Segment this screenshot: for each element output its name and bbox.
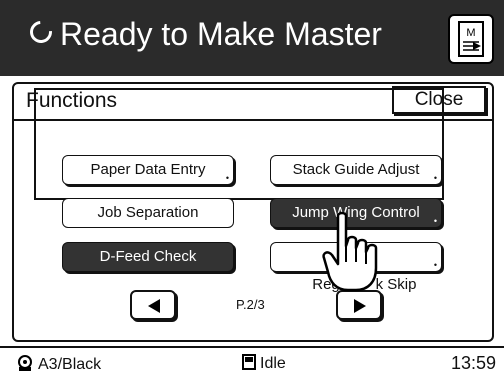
triangle-left-icon: [148, 299, 160, 313]
header-title: Ready to Make Master: [25, 14, 382, 54]
header-bar: Ready to Make Master M: [0, 0, 504, 76]
previous-page-button[interactable]: [130, 290, 176, 320]
svg-text:M: M: [466, 27, 475, 39]
header-title-text: Ready to Make Master: [60, 16, 382, 52]
machine-state: Idle: [242, 354, 286, 373]
stack-guide-adjust-label: Stack Guide Adjust: [292, 161, 420, 178]
master-button[interactable]: M: [448, 14, 494, 64]
submenu-dot-icon: •: [433, 216, 437, 226]
hand-pointer-icon: [322, 211, 378, 292]
master-status-icon: [242, 354, 256, 370]
d-feed-check-button[interactable]: D-Feed Check: [62, 242, 234, 272]
submenu-dot-icon: •: [225, 173, 229, 183]
paper-info: A3/Black: [16, 354, 101, 374]
machine-state-text: Idle: [260, 355, 286, 372]
paper-data-entry-label: Paper Data Entry: [90, 161, 206, 178]
screen: Ready to Make Master M Functions Close P…: [0, 0, 504, 376]
paper-data-entry-button[interactable]: Paper Data Entry •: [62, 155, 234, 185]
master-document-icon: M: [458, 21, 484, 57]
paper-info-text: A3/Black: [38, 356, 102, 373]
job-separation-button[interactable]: Job Separation: [62, 198, 234, 228]
clock: 13:59: [450, 353, 496, 373]
triangle-right-icon: [354, 299, 366, 313]
d-feed-check-label: D-Feed Check: [99, 248, 197, 265]
submenu-dot-icon: •: [433, 260, 437, 270]
status-bar: A3/Black Idle 13:59: [0, 346, 504, 376]
spinner-icon: [25, 16, 57, 48]
next-page-button[interactable]: [336, 290, 382, 320]
paper-feed-icon: [18, 355, 32, 371]
page-indicator: P.2/3: [236, 297, 265, 312]
stack-guide-adjust-button[interactable]: Stack Guide Adjust •: [270, 155, 442, 185]
submenu-dot-icon: •: [433, 173, 437, 183]
job-separation-label: Job Separation: [97, 204, 199, 221]
